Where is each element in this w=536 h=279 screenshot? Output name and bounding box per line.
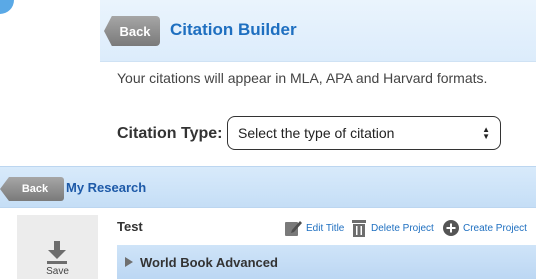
plus-circle-icon [443, 220, 459, 236]
source-group-toggle[interactable]: World Book Advanced [117, 245, 536, 279]
citation-builder-title: Citation Builder [170, 20, 297, 39]
delete-project-button[interactable]: Delete Project [351, 219, 434, 237]
citation-builder-header: Back Citation Builder [100, 0, 536, 62]
trash-icon [352, 220, 366, 237]
download-icon [47, 241, 67, 264]
source-group-label: World Book Advanced [140, 254, 278, 270]
my-research-header: Back My Research [0, 166, 536, 208]
citation-type-label: Citation Type: [117, 125, 223, 142]
save-label: Save [46, 266, 69, 277]
pencil-icon [285, 221, 302, 236]
project-name: Test [117, 219, 143, 234]
citation-description: Your citations will appear in MLA, APA a… [117, 70, 488, 86]
my-research-back-button[interactable]: Back [0, 177, 64, 201]
citation-type-select[interactable]: Select the type of citation ▲ ▼ [227, 116, 501, 150]
create-project-label: Create Project [463, 222, 527, 234]
delete-project-label: Delete Project [371, 222, 434, 234]
my-research-title: My Research [66, 180, 147, 195]
triangle-right-icon [125, 257, 133, 267]
citation-back-button[interactable]: Back [104, 16, 160, 46]
save-button[interactable]: Save [17, 215, 98, 279]
citation-type-select-value: Select the type of citation [238, 125, 395, 141]
edit-title-label: Edit Title [306, 222, 345, 234]
corner-decoration [0, 0, 14, 14]
updown-arrows-icon: ▲ ▼ [482, 125, 490, 141]
create-project-button[interactable]: Create Project [443, 219, 527, 237]
edit-title-button[interactable]: Edit Title [284, 219, 344, 237]
